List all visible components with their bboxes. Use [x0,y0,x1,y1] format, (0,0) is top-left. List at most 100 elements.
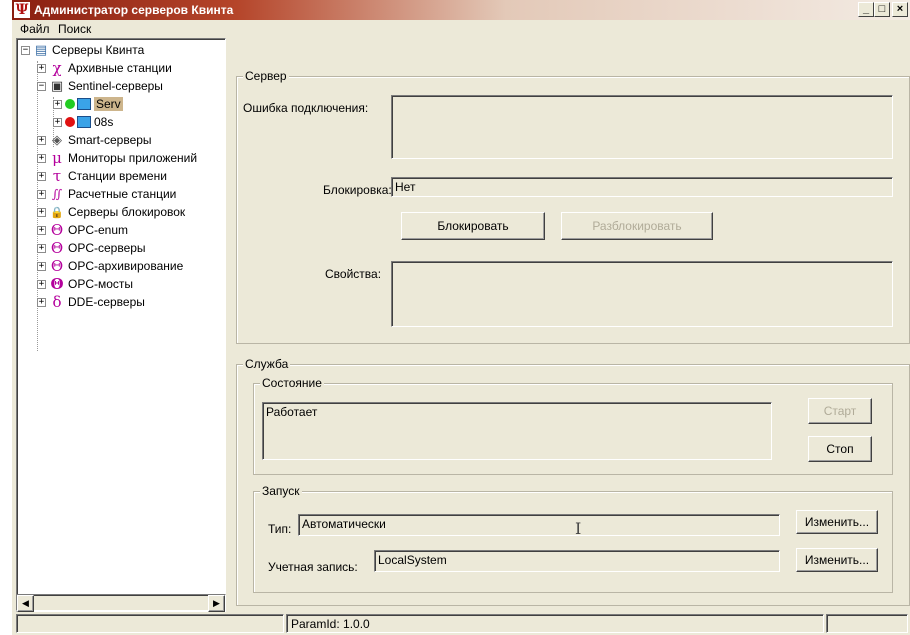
connection-error-field[interactable] [391,95,893,159]
unblock-button[interactable]: Разблокировать [561,212,713,240]
expand-icon[interactable]: + [37,135,46,145]
status-cell-right [826,614,908,633]
disk-icon: ◈ [52,132,62,148]
menu-file[interactable]: Файл [20,22,50,36]
text-cursor-icon: I [575,519,582,538]
scroll-left-icon[interactable]: ◀ [17,595,34,612]
mu-icon: μ [52,149,62,167]
expand-icon[interactable]: + [37,225,46,235]
window-title: Администратор серверов Квинта [34,3,234,17]
expand-icon[interactable]: + [37,279,46,289]
server-tree[interactable]: − ▤ Серверы Квинта + χ Архивные станции … [16,38,226,612]
menu-search[interactable]: Поиск [58,22,91,36]
tree-item-label: Архивные станции [68,61,172,75]
state-group: Состояние Работает Старт Стоп [253,376,893,475]
change-type-button[interactable]: Изменить... [796,510,878,534]
tree-item-opc-enum[interactable]: + Θ OPC-enum [37,221,128,239]
server-group-title: Сервер [243,69,289,83]
pc-icon [77,98,91,110]
tree-root[interactable]: − ▤ Серверы Квинта [21,41,144,59]
expand-icon[interactable]: + [37,153,46,163]
account-label: Учетная запись: [268,560,358,574]
tree-item-sentinel[interactable]: − ▣ Sentinel-серверы [37,77,163,95]
sentinel-icon: ▣ [50,78,64,94]
launch-group: Запуск Тип: Автоматически Изменить... Уч… [253,484,893,593]
status-bar: ParamId: 1.0.0 [12,612,910,635]
expand-icon[interactable]: + [53,99,62,109]
status-cell-empty [16,614,284,633]
scroll-right-icon[interactable]: ▶ [208,595,225,612]
chi-icon: χ [52,59,62,77]
tree-item-label: Расчетные станции [68,187,177,201]
collapse-icon[interactable]: − [21,45,30,55]
account-field[interactable]: LocalSystem [374,550,780,572]
service-group-title: Служба [243,357,291,371]
properties-field[interactable] [391,261,893,327]
app-psi-icon[interactable]: Ψ [14,2,30,18]
tree-item-label: Sentinel-серверы [68,79,163,93]
properties-label: Свойства: [325,267,382,281]
expand-icon[interactable]: + [37,171,46,181]
tree-item-dde[interactable]: + δ DDE-серверы [37,293,145,311]
tree-item-opc-bridges[interactable]: + Θ OPC-мосты [37,275,133,293]
lock-icon: 🔒 [50,205,64,219]
server-rack-icon: ▤ [34,42,48,58]
integral-icon: ∬ [51,187,63,201]
expand-icon[interactable]: + [37,261,46,271]
tree-item-label: Smart-серверы [68,133,152,147]
tree-item-opc-archive[interactable]: + Θ OPC-архивирование [37,257,183,275]
tree-item-label: 08s [94,115,114,129]
pc-icon [77,116,91,128]
tree-root-label: Серверы Квинта [52,43,145,57]
title-bar[interactable]: Ψ Администратор серверов Квинта _ □ × [12,0,910,20]
status-param: ParamId: 1.0.0 [286,614,824,633]
maximize-button[interactable]: □ [874,2,890,17]
block-label: Блокировка: [323,183,392,197]
tree-item-time[interactable]: + τ Станции времени [37,167,167,185]
change-account-button[interactable]: Изменить... [796,548,878,572]
block-field[interactable]: Нет [391,177,893,197]
expand-icon[interactable]: + [37,189,46,199]
tree-item-label: OPC-архивирование [68,259,184,273]
theta-icon: Θ [50,239,64,257]
tree-item-lock[interactable]: + 🔒 Серверы блокировок [37,203,185,221]
main-window: Ψ Администратор серверов Квинта _ □ × Фа… [12,0,910,635]
tree-item-label: DDE-серверы [68,295,145,309]
tree-item-label: Мониторы приложений [68,151,198,165]
status-offline-icon [65,117,75,127]
connection-error-label: Ошибка подключения: [243,101,369,115]
tree-item-opc-servers[interactable]: + Θ OPC-серверы [37,239,146,257]
window-controls: _ □ × [858,2,908,17]
tau-icon: τ [52,167,62,185]
delta-icon: δ [52,293,62,311]
tree-item-monitors[interactable]: + μ Мониторы приложений [37,149,197,167]
minimize-button[interactable]: _ [858,2,874,17]
tree-hscrollbar[interactable]: ◀ ▶ [16,594,226,612]
expand-icon[interactable]: + [37,243,46,253]
expand-icon[interactable]: + [37,63,46,73]
tree-item-08s[interactable]: + 08s [53,113,113,131]
tree-item-serv[interactable]: + Serv [53,95,123,113]
type-label: Тип: [268,522,292,536]
collapse-icon[interactable]: − [37,81,46,91]
state-group-title: Состояние [260,376,324,390]
close-button[interactable]: × [892,2,908,17]
tree-item-smart[interactable]: + ◈ Smart-серверы [37,131,152,149]
server-group: Сервер Ошибка подключения: Блокировка: Н… [236,69,910,344]
tree-item-label: Serv [94,97,123,111]
tree-item-calc[interactable]: + ∬ Расчетные станции [37,185,176,203]
state-field[interactable]: Работает [262,402,772,460]
tree-item-label: Станции времени [68,169,167,183]
stop-button[interactable]: Стоп [808,436,872,462]
menu-bar: Файл Поиск [12,20,910,38]
tree-item-archive[interactable]: + χ Архивные станции [37,59,172,77]
block-button[interactable]: Блокировать [401,212,545,240]
status-online-icon [65,99,75,109]
expand-icon[interactable]: + [53,117,62,127]
type-field[interactable]: Автоматически [298,514,780,536]
start-button[interactable]: Старт [808,398,872,424]
tree-item-label: OPC-серверы [68,241,146,255]
expand-icon[interactable]: + [37,297,46,307]
expand-icon[interactable]: + [37,207,46,217]
service-group: Служба Состояние Работает Старт Стоп Зап… [236,357,910,606]
